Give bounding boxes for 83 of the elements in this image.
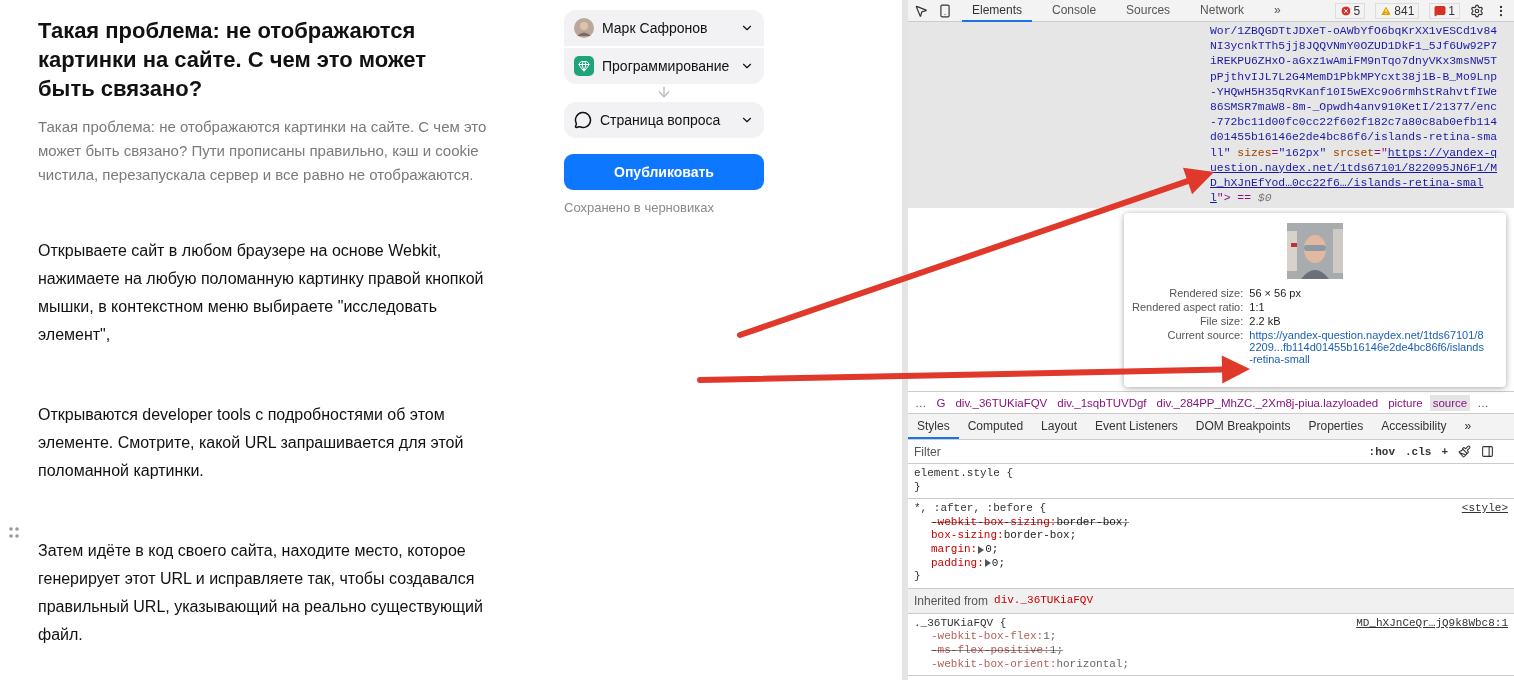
code-line: -YHQwH5H35qRvKanf10I5wEXc9o6rmhStRahvtfIWe xyxy=(1210,84,1499,100)
css-property: padding: 0; xyxy=(930,556,1006,571)
code-line: d01455b16146e2de4bc86f6/islands-retina-sma xyxy=(1210,130,1499,146)
devtools-tab[interactable]: Sources xyxy=(1116,0,1181,22)
code-line: uestion.naydex.net/1tds67101/822095JN6F1/M xyxy=(1210,160,1499,176)
closing-brace: } xyxy=(914,570,922,584)
breadcrumb[interactable]: G xyxy=(933,394,949,411)
source-link[interactable]: <style> xyxy=(1461,502,1508,516)
source-link[interactable]: MD_hXJnCeQr…jQ9k8Wbc8:1 xyxy=(1356,616,1508,631)
drag-handle-icon[interactable] xyxy=(8,526,20,540)
tooltip-label: Rendered size: xyxy=(1168,287,1244,299)
counter-badge[interactable]: 841 xyxy=(1375,2,1420,19)
speech-bubble-icon xyxy=(574,111,592,129)
source-link[interactable]: https://yandex-question.naydex.net/1tds67101/82209...fb114d01455b16146e2de4bc86f6/islands-retina-small xyxy=(1249,329,1486,365)
code-line: Wor/1ZBQGDTtJDXeT-oAWbYfO6bqKrXX1vESCd1v84 xyxy=(1210,24,1499,39)
category-select[interactable]: Программирование xyxy=(564,48,764,84)
panel-tab[interactable]: Styles xyxy=(908,414,959,439)
panel-tab[interactable]: DOM Breakpoints xyxy=(1186,414,1300,439)
breadcrumb[interactable]: … xyxy=(1474,394,1492,411)
gem-icon xyxy=(574,56,594,76)
inherited-node[interactable]: div._36TUKiaFQV xyxy=(994,593,1094,608)
filter-tool-button[interactable]: .cls xyxy=(1405,445,1432,458)
breadcrumb[interactable]: div._284PP_MhZC._2Xm8j-piua.lazyloaded xyxy=(1153,394,1382,411)
issue-icon xyxy=(1434,4,1447,17)
breadcrumb[interactable]: … xyxy=(912,394,930,411)
css-property: -webkit-box-flex:1; xyxy=(930,630,1058,644)
panel-tab[interactable]: Computed xyxy=(958,414,1033,439)
inherited-label: Inherited from xyxy=(914,593,989,608)
counter-badge[interactable]: 1 xyxy=(1429,2,1460,19)
more-tabs-button[interactable]: » xyxy=(1455,414,1481,439)
tooltip-label: Rendered aspect ratio: xyxy=(1132,301,1244,313)
code-line: iREKPU6ZHxO-aGxz1wAmiFM9nTqo7dnyVKx3msNW5T xyxy=(1210,54,1499,70)
closing-brace: } xyxy=(914,480,922,495)
panel-tab[interactable]: Accessibility xyxy=(1372,414,1456,439)
breadcrumb[interactable]: source xyxy=(1429,394,1471,411)
css-property: margin: 0; xyxy=(930,542,1000,557)
code-line: pPjthvIJL7L2G4MemD1PbkMPYcxt38j1B-B_Mo9Lnp xyxy=(1210,69,1499,85)
inspect-icon[interactable] xyxy=(914,3,928,18)
devtools-tab[interactable]: Network xyxy=(1190,0,1255,22)
author-select[interactable]: Марк Сафронов xyxy=(564,10,764,46)
code-line: 86SMSR7maW8-8m-_Opwdh4anv910KetI/21377/enc xyxy=(1210,100,1499,115)
tooltip-label: File size: xyxy=(1198,315,1244,327)
css-selector: ._36TUKiaFQV { xyxy=(914,616,1007,631)
tooltip-value: 2.2 kB xyxy=(1249,315,1282,327)
css-property: box-sizing:border-box; xyxy=(930,529,1078,543)
destination-select[interactable]: Страница вопроса xyxy=(564,102,764,138)
settings-icon[interactable] xyxy=(1470,3,1484,18)
question-title: Такая проблема: не отображаются картинки на сайте. С чем это может быть связано? xyxy=(38,17,427,103)
code-line: l"> == $0 xyxy=(1210,191,1273,207)
answer-paragraph: Затем идёте в код своего сайта, находите место, которое генерирует этот URL и исправляете так, чтобы создавался правильный URL, указывающий на реально существующий файл. xyxy=(38,541,484,645)
breadcrumb[interactable]: div._36TUKiaFQV xyxy=(952,394,1051,411)
code-line: -772bc11d00fc0cc22f602f182c7a80c8ab0efb114 xyxy=(1210,115,1499,131)
css-selector: element.style { xyxy=(914,467,1014,481)
draft-status: Сохранено в черновиках xyxy=(564,200,715,215)
css-selector: *, :after, :before { xyxy=(914,502,1047,516)
answer-paragraph: Открываются developer tools с подробностями об этом элементе. Смотрите, какой URL запрашивается для этой поломанной картинки. xyxy=(38,405,465,481)
code-line: D_hXJnEfYod…0cc22f6…/islands-retina-smal xyxy=(1210,176,1485,192)
more-tabs-button[interactable]: » xyxy=(1264,0,1291,22)
counter-badge[interactable]: 5 xyxy=(1334,2,1366,19)
arrow-down-icon xyxy=(656,84,672,100)
css-property: -webkit-box-orient:horizontal; xyxy=(930,657,1131,672)
publish-button[interactable]: Опубликовать xyxy=(564,154,764,190)
question-description: Такая проблема: не отображаются картинки на сайте. С чем это может быть связано? Пути прописаны правильно, кэш и cookie чистила, перезапускала сервер и все равно не отображаются. xyxy=(38,117,488,185)
breadcrumb[interactable]: picture xyxy=(1385,394,1426,411)
paintbrush-icon[interactable] xyxy=(1458,445,1471,458)
code-line: NI3ycnkTTh5jj8JQQVNmY0OZUD1DkF1_5Jf6Uw92P7 xyxy=(1210,39,1499,55)
css-property: -webkit-box-sizing:border-box; xyxy=(930,515,1131,530)
code-line: ll" sizes="162px" srcset="https://yandex-q xyxy=(1210,145,1499,161)
panel-tab[interactable]: Event Listeners xyxy=(1086,414,1187,439)
answer-paragraph: Открываете сайт в любом браузере на основе Webkit, нажимаете на любую поломанную картинку правой кнопкой мышки, в контекстном меню выбираете "исследовать элемент", xyxy=(38,241,485,345)
tooltip-value: 1:1 xyxy=(1249,301,1266,313)
error-icon xyxy=(1339,4,1352,17)
devtools-tab[interactable]: Console xyxy=(1042,0,1107,22)
filter-tool-button[interactable]: :hov xyxy=(1368,445,1395,458)
filter-tool-button[interactable]: + xyxy=(1441,445,1448,458)
tooltip-label: Current source: xyxy=(1166,329,1244,343)
device-icon[interactable] xyxy=(938,3,952,18)
panel-tab[interactable]: Properties xyxy=(1299,414,1373,439)
sidebar-toggle-icon[interactable] xyxy=(1481,445,1494,458)
panel-tab[interactable]: Layout xyxy=(1032,414,1087,439)
warning-icon xyxy=(1380,4,1393,17)
breadcrumb[interactable]: div._1sqbTUVDgf xyxy=(1054,394,1150,411)
tooltip-value: 56 × 56 px xyxy=(1249,287,1302,299)
